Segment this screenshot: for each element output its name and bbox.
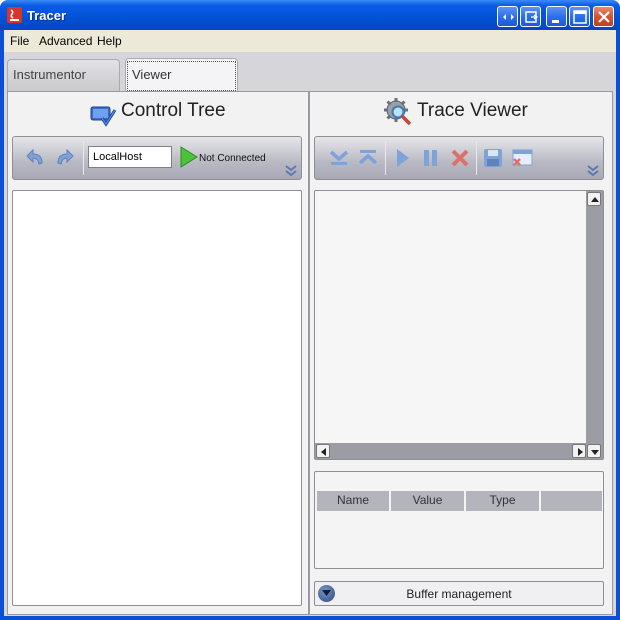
connection-status: Not Connected [199, 153, 266, 164]
scroll-left-button[interactable] [316, 444, 330, 458]
window-frame: File Advanced Help Instrumentor Viewer C… [4, 30, 616, 616]
arrow-up-icon [591, 197, 599, 202]
pause-button[interactable] [420, 147, 442, 169]
trace-viewer-gear-icon [384, 98, 412, 126]
control-tree-toolbar: Not Connected [12, 136, 302, 180]
control-tree-panel: Control Tree LocalHost Not Connected [8, 92, 308, 614]
menu-advanced-label: Advanced [39, 34, 93, 48]
table-header: Name Value Type [317, 491, 602, 511]
toolbar-separator [83, 141, 84, 175]
undo-button[interactable] [25, 147, 47, 169]
trace-output-view[interactable] [314, 190, 604, 460]
properties-table: Name Value Type [314, 471, 604, 569]
play-icon [397, 149, 409, 167]
buffer-management-bar[interactable]: Buffer management [314, 581, 604, 606]
maximize-button[interactable] [569, 6, 590, 27]
scroll-down-button[interactable] [587, 444, 601, 458]
scroll-top-icon [358, 150, 378, 165]
trace-viewer-title: Trace Viewer [417, 100, 528, 121]
scroll-up-button[interactable] [587, 192, 601, 206]
expand-chevron-icon[interactable] [284, 165, 298, 177]
app-window: Tracer File Advanced Help Instrumentor V… [0, 0, 620, 620]
redo-button[interactable] [53, 147, 75, 169]
close-window-icon [512, 149, 533, 166]
pause-icon [424, 150, 437, 166]
tab-instrumentor[interactable]: Instrumentor [7, 59, 120, 91]
control-tree-title: Control Tree [121, 100, 226, 121]
vertical-scrollbar[interactable] [586, 191, 603, 459]
close-window-button[interactable] [511, 147, 533, 169]
host-input[interactable] [88, 146, 172, 168]
tab-viewer-label: Viewer [132, 67, 172, 82]
toolbar-separator [385, 141, 386, 175]
menu-file[interactable]: File [10, 34, 29, 48]
trace-viewer-toolbar [314, 136, 604, 180]
scroll-top-button[interactable] [357, 147, 379, 169]
scroll-bottom-button[interactable] [328, 147, 350, 169]
menu-help-label: Help [97, 34, 122, 48]
tab-viewer[interactable]: Viewer [125, 58, 238, 92]
column-header-type[interactable]: Type [466, 491, 541, 511]
toolbar-separator [476, 141, 477, 175]
arrow-down-icon [591, 450, 599, 455]
control-tree-icon [90, 106, 116, 127]
close-button[interactable] [593, 6, 614, 27]
save-icon [484, 149, 502, 167]
arrow-left-icon [321, 448, 326, 456]
expand-chevron-icon[interactable] [586, 165, 600, 177]
connect-play-icon [180, 146, 198, 168]
java-app-icon [7, 7, 22, 23]
scroll-bottom-icon [329, 150, 349, 165]
column-header-value[interactable]: Value [391, 491, 466, 511]
minimize-icon [552, 20, 559, 23]
window-title: Tracer [27, 8, 67, 23]
clear-icon [451, 149, 469, 167]
menu-bar: File Advanced Help [4, 30, 616, 52]
control-tree-view[interactable] [12, 190, 302, 606]
menu-help[interactable]: Help [97, 34, 122, 48]
viewer-panel: Control Tree LocalHost Not Connected Tra… [7, 91, 613, 615]
resize-toggle-button[interactable] [497, 6, 518, 27]
redo-icon [57, 148, 74, 165]
play-button[interactable] [391, 147, 413, 169]
column-header-name[interactable]: Name [317, 491, 391, 511]
trace-viewer-panel: Trace Viewer Name Value Type Buffer mana… [310, 92, 612, 614]
arrow-right-icon [578, 448, 583, 456]
minimize-button[interactable] [546, 6, 567, 27]
resize-arrows-icon [503, 14, 514, 20]
save-button[interactable] [482, 147, 504, 169]
buffer-management-label: Buffer management [406, 587, 512, 601]
menu-advanced[interactable]: Advanced [39, 34, 92, 48]
clear-button[interactable] [449, 147, 471, 169]
undo-icon [26, 148, 43, 165]
title-bar[interactable]: Tracer [0, 0, 620, 30]
horizontal-scrollbar[interactable] [315, 443, 587, 459]
maximize-icon [573, 10, 587, 24]
scroll-right-button[interactable] [572, 444, 586, 458]
menu-file-label: File [10, 34, 30, 48]
content-area: Instrumentor Viewer Control Tree LocalHo… [4, 52, 616, 616]
connect-button[interactable] [179, 146, 201, 168]
pin-window-button[interactable] [520, 6, 541, 27]
window-pin-icon [525, 11, 539, 23]
column-header-extra[interactable] [541, 491, 602, 511]
tab-instrumentor-label: Instrumentor [13, 67, 86, 82]
close-icon [598, 11, 610, 23]
